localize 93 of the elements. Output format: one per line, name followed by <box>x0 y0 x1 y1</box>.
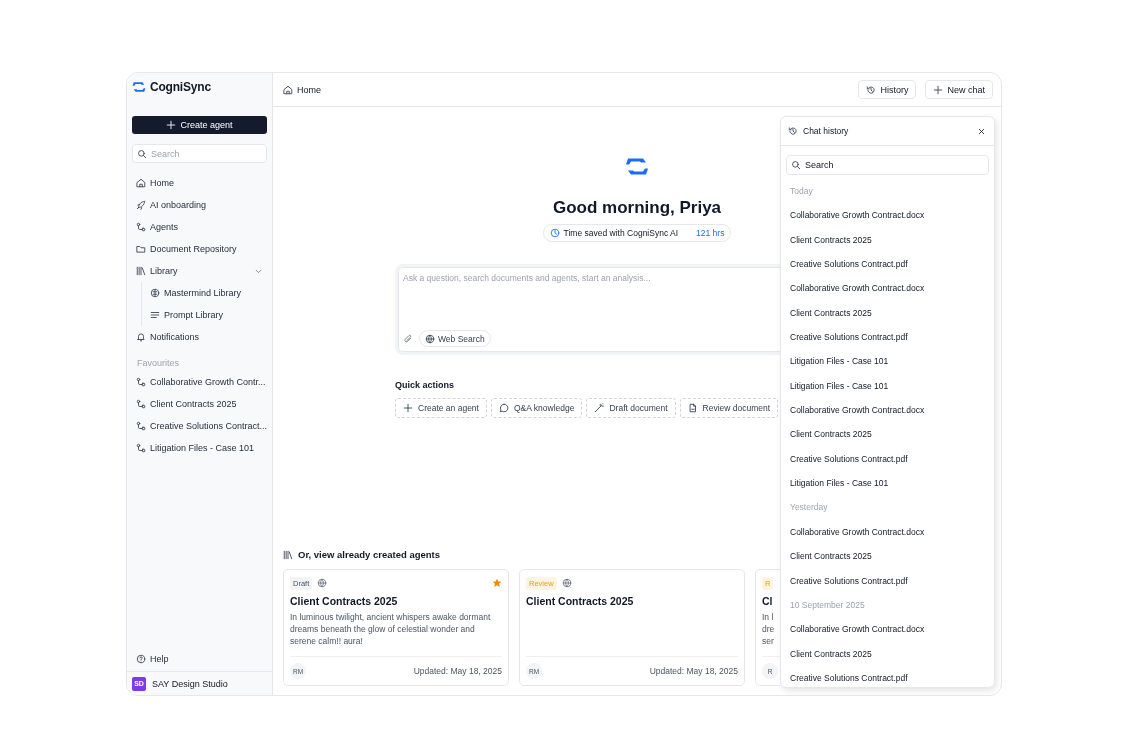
nav-item[interactable]: Library <box>132 260 267 282</box>
nav-item[interactable]: Agents <box>132 216 267 238</box>
books-icon <box>136 266 146 276</box>
section-title: Or, view already created agents <box>298 549 441 560</box>
document-icon <box>687 403 698 413</box>
home-icon <box>283 84 293 95</box>
quick-action-button[interactable]: Create an agent <box>395 398 487 418</box>
group-label: 10 September 2025 <box>790 598 866 612</box>
history-item[interactable]: Litigation Files - Case 101 <box>790 349 994 374</box>
help-icon <box>136 654 146 664</box>
section-title: Quick actions <box>395 380 455 390</box>
nodes-icon <box>136 421 146 431</box>
globe-icon <box>425 333 435 344</box>
books-icon <box>283 549 293 560</box>
paperclip-icon <box>403 333 413 344</box>
bell-icon <box>136 332 146 342</box>
history-item[interactable]: Client Contracts 2025 <box>790 227 994 253</box>
plus-icon <box>403 403 413 413</box>
quick-action-button[interactable]: Q&A knowledge <box>490 398 583 418</box>
history-item[interactable]: Collaborative Growth Contract.docx <box>790 276 994 301</box>
history-button[interactable]: History <box>858 80 917 99</box>
card-title: Client Contracts 2025 <box>526 595 634 607</box>
wand-icon <box>594 403 605 413</box>
history-item[interactable]: Creative Solutions Contract.pdf <box>790 665 994 687</box>
app-name: CogniSync <box>150 80 211 94</box>
history-item[interactable]: Collaborative Growth Contract.docx <box>790 203 994 228</box>
dialog-title: Chat history <box>788 126 849 136</box>
rocket-icon <box>136 200 146 210</box>
user-name: SAY Design Studio <box>152 678 228 689</box>
greeting: Good morning, Priya <box>552 198 722 218</box>
nodes-icon <box>136 443 146 453</box>
close-icon[interactable] <box>977 126 986 136</box>
new-chat-button[interactable]: New chat <box>925 80 993 99</box>
nav-item[interactable]: Collaborative Growth Contr... <box>132 371 267 393</box>
folder-icon <box>136 244 146 254</box>
create-agent-button[interactable]: Create agent <box>132 116 267 134</box>
updated-date: Updated: May 18, 2025 <box>413 666 502 676</box>
search-field[interactable]: Search <box>786 155 989 175</box>
nav-item[interactable]: Creative Solutions Contract... <box>132 415 267 437</box>
nav-item[interactable]: Document Repository <box>132 238 267 260</box>
history-item[interactable]: Client Contracts 2025 <box>790 300 994 326</box>
card-description: In l dre ser <box>762 611 775 647</box>
home-icon <box>136 178 146 188</box>
star-icon[interactable] <box>492 578 502 588</box>
history-item[interactable]: Client Contracts 2025 <box>790 422 994 447</box>
chat-icon <box>498 403 509 413</box>
logo-icon <box>132 81 146 93</box>
history-item[interactable]: Creative Solutions Contract.pdf <box>790 252 994 277</box>
clock-icon <box>549 228 560 238</box>
quick-action-button[interactable]: Review document <box>679 398 779 418</box>
time-saved-value: 121 hrs <box>696 228 725 238</box>
history-item[interactable]: Litigation Files - Case 101 <box>790 471 994 496</box>
search-icon <box>137 148 147 159</box>
nav-item[interactable]: Mastermind Library <box>146 282 267 304</box>
history-item[interactable]: Creative Solutions Contract.pdf <box>790 568 994 593</box>
group-label: Today <box>790 185 814 198</box>
history-item[interactable]: Collaborative Growth Contract.docx <box>790 519 994 545</box>
nav-item[interactable]: Notifications <box>132 326 267 348</box>
globe-icon <box>150 288 160 298</box>
history-item[interactable]: Creative Solutions Contract.pdf <box>790 446 994 472</box>
logo-icon <box>625 156 649 177</box>
history-item[interactable]: Collaborative Growth Contract.docx <box>790 398 994 423</box>
history-icon <box>866 84 877 95</box>
list-icon <box>150 310 160 320</box>
nodes-icon <box>136 222 146 232</box>
nav-item[interactable]: Prompt Library <box>146 304 267 326</box>
card-title: Cl <box>762 595 773 607</box>
nodes-icon <box>136 399 146 409</box>
plus-icon <box>166 120 177 130</box>
group-label: Yesterday <box>790 501 829 515</box>
card-description: In luminous twilight, ancient whispers awake dormant dreams beneath the glow of celestial wonder and serene calm!! aura! <box>290 611 492 647</box>
history-icon <box>788 126 798 136</box>
nav-item[interactable]: Client Contracts 2025 <box>132 393 267 415</box>
time-saved-label: Time saved with CogniSync AI <box>563 228 679 238</box>
nodes-icon <box>136 377 146 387</box>
plus-icon <box>933 84 944 95</box>
history-item[interactable]: Creative Solutions Contract.pdf <box>790 325 994 350</box>
history-item[interactable]: Litigation Files - Case 101 <box>790 373 994 399</box>
section-label: Favourites <box>137 357 181 370</box>
history-item[interactable]: Collaborative Growth Contract.docx <box>790 617 994 642</box>
quick-action-button[interactable]: Draft document <box>586 398 676 418</box>
history-item[interactable]: Client Contracts 2025 <box>790 641 994 666</box>
search-field[interactable]: Search <box>132 144 267 163</box>
help-link[interactable]: Help <box>132 648 267 670</box>
nav-item[interactable]: Litigation Files - Case 101 <box>132 437 267 459</box>
breadcrumb[interactable]: Home <box>283 84 321 95</box>
nav-item[interactable]: Home <box>132 172 267 194</box>
history-item[interactable]: Client Contracts 2025 <box>790 544 994 569</box>
nav-item[interactable]: AI onboarding <box>132 194 267 216</box>
web-search-button[interactable]: Web Search <box>419 330 491 347</box>
search-icon <box>791 159 801 170</box>
card-title: Client Contracts 2025 <box>290 595 398 607</box>
updated-date: Updated: May 18, 2025 <box>649 666 738 676</box>
